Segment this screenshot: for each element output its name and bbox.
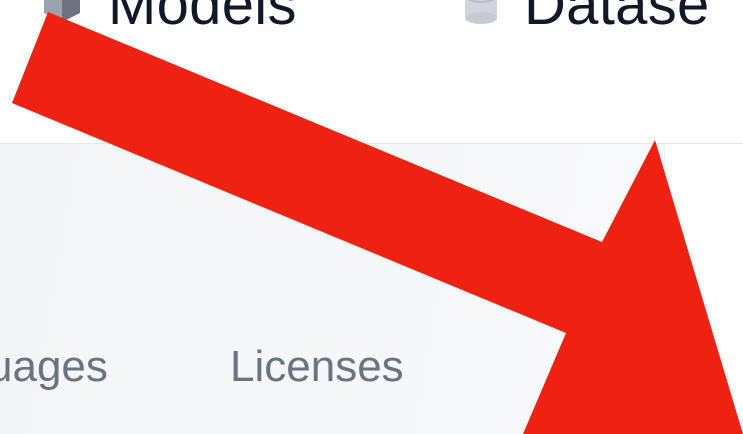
filter-panel: uages Licenses (0, 144, 665, 434)
nav-datasets-label: Datase (524, 0, 710, 37)
tab-languages[interactable]: uages (0, 345, 108, 389)
nav-models-label: Models (108, 0, 297, 37)
top-navigation: Models Datase (0, 0, 743, 144)
datasets-cylinder-icon (464, 0, 498, 34)
tab-licenses[interactable]: Licenses (230, 345, 404, 389)
nav-datasets-link[interactable]: Datase (464, 0, 710, 34)
main-content: uages Licenses (0, 144, 743, 434)
nav-models-link[interactable]: Models (42, 0, 297, 34)
models-box-icon (42, 0, 82, 34)
